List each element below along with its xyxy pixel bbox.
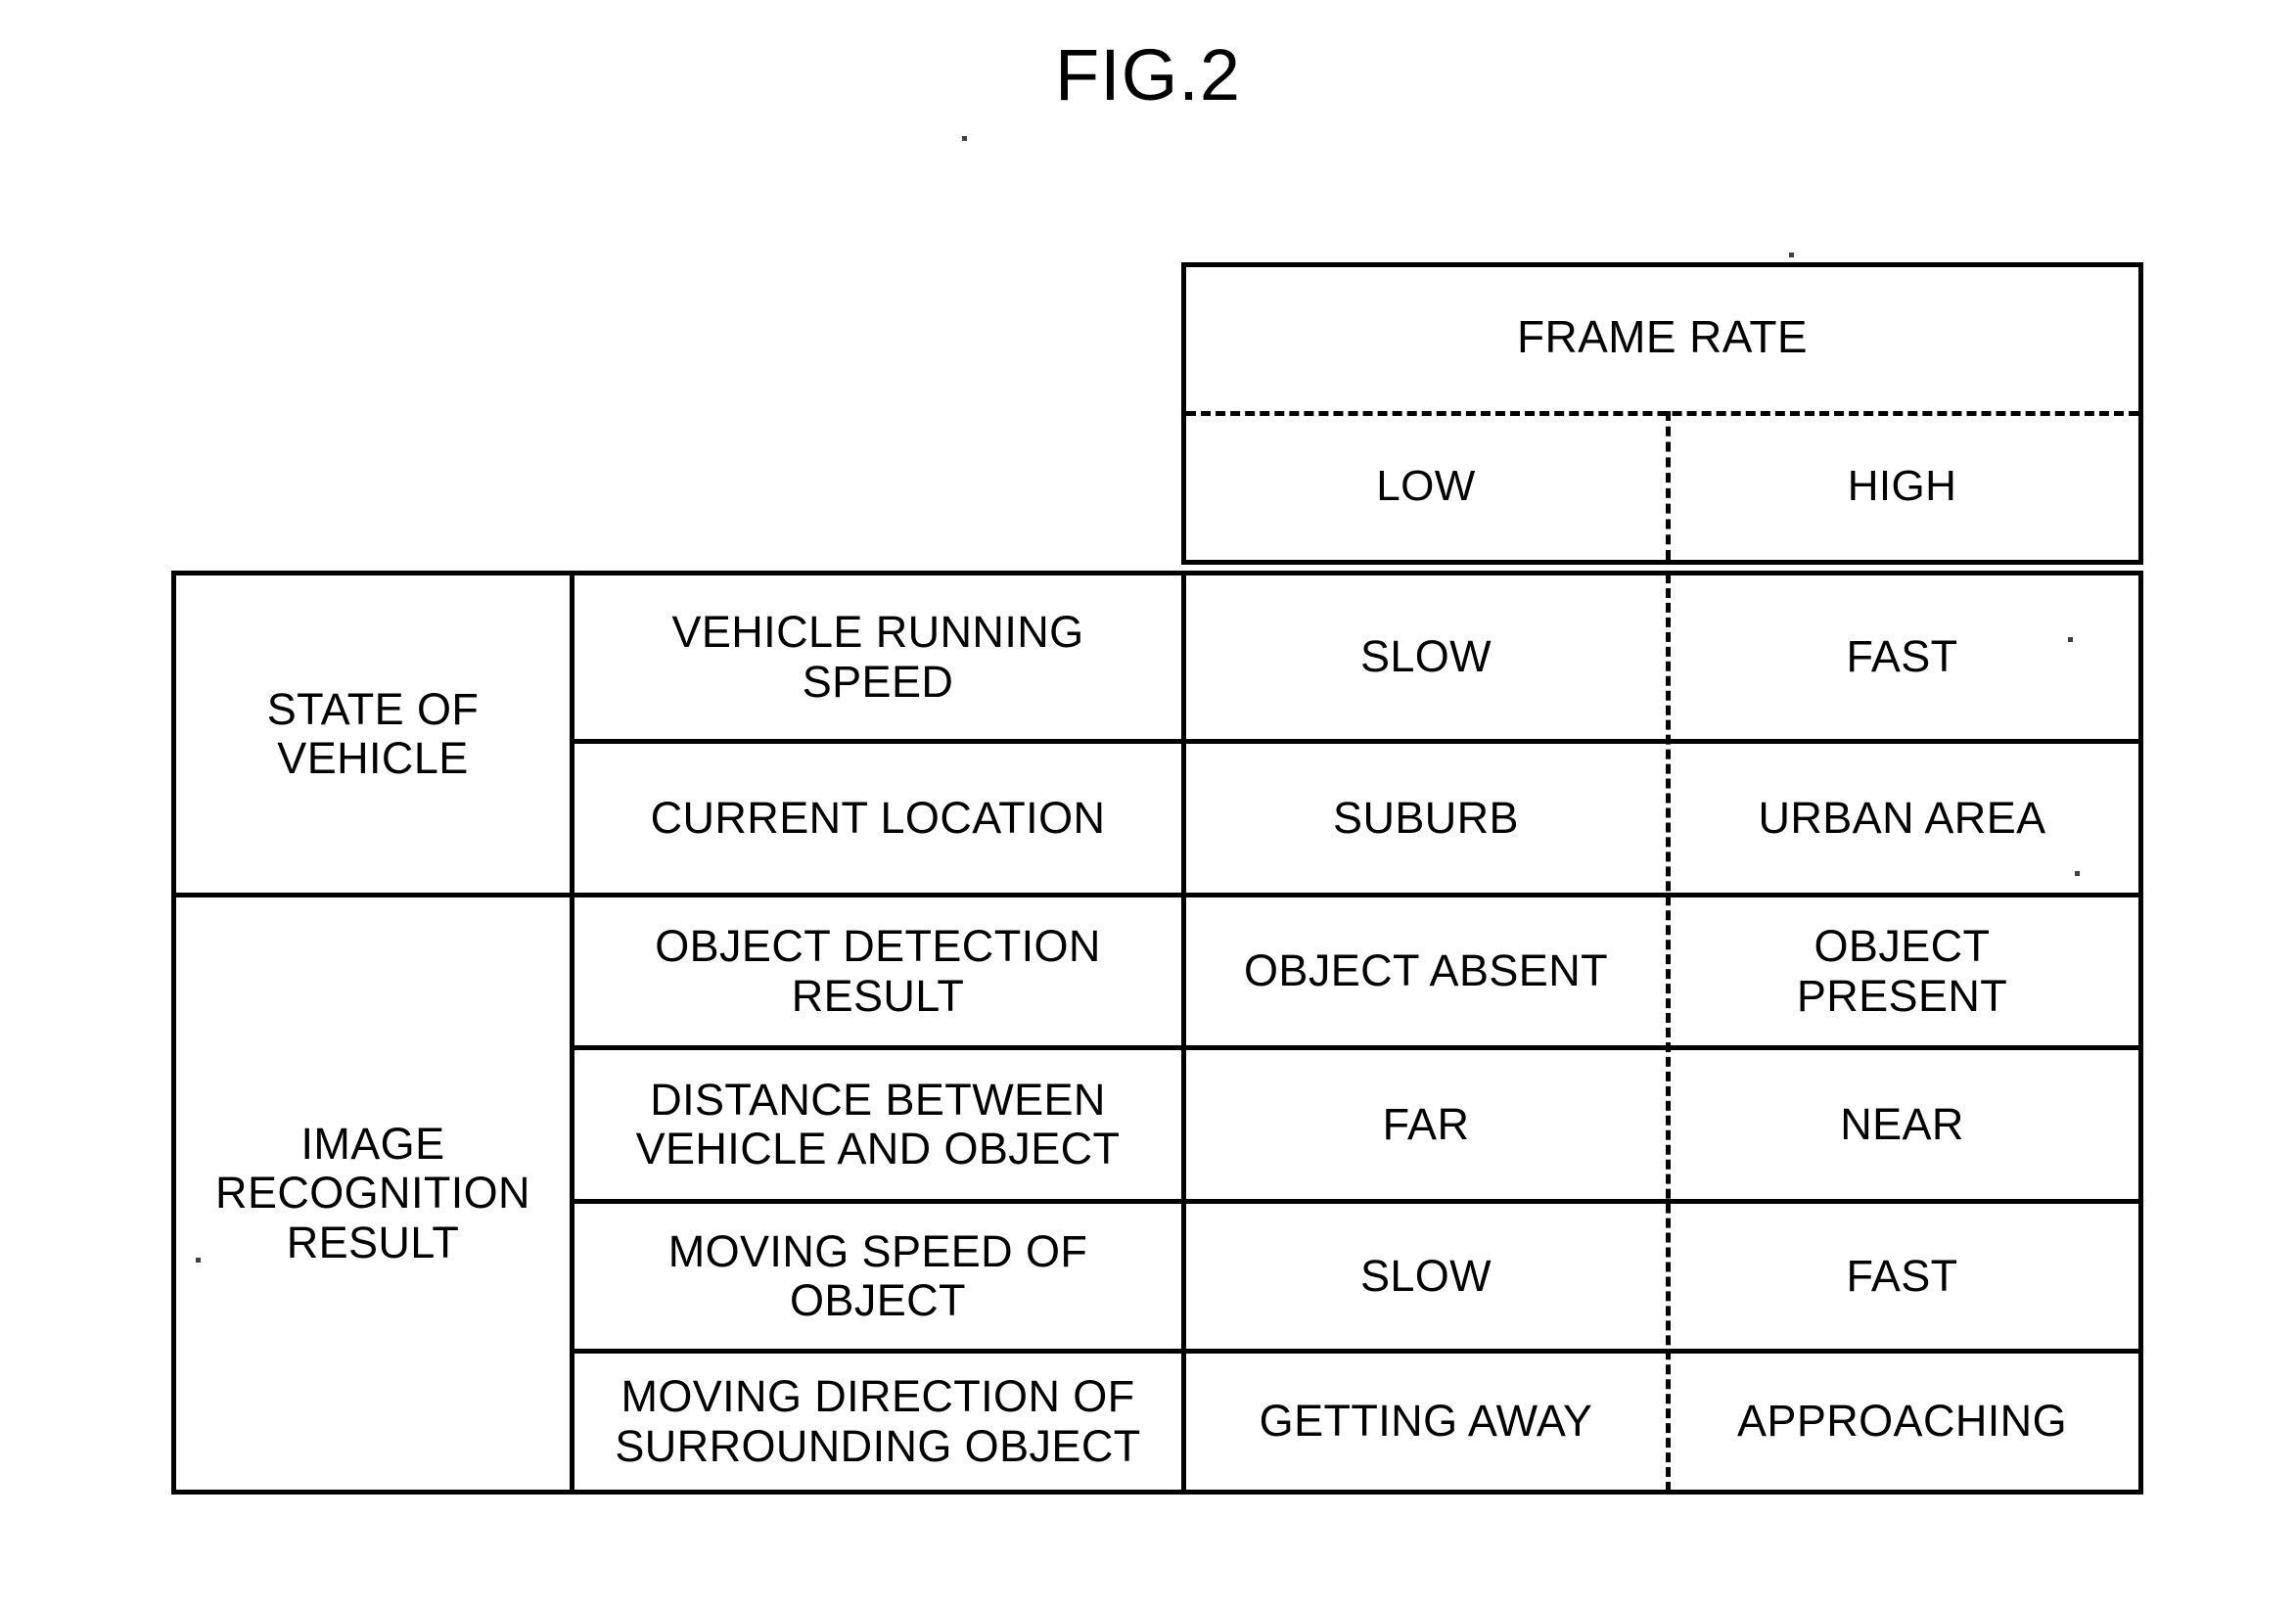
value-high-vehicle-running-speed: FAST xyxy=(1846,631,1958,682)
value-low-vehicle-running-speed: SLOW xyxy=(1359,631,1492,682)
value-high-object-detection-result: OBJECT PRESENT xyxy=(1796,921,2008,1021)
value-high-current-location: URBAN AREA xyxy=(1758,792,2046,843)
value-high-moving-speed-of-object: FAST xyxy=(1846,1250,1958,1301)
value-low-moving-direction-of-surrounding-object: GETTING AWAY xyxy=(1259,1396,1593,1447)
frame-rate-table: FRAME RATE LOW HIGH STATE OF VEHICLE IMA… xyxy=(0,0,2296,1610)
scan-speck xyxy=(1789,253,1794,257)
scan-speck xyxy=(2075,871,2080,876)
parameter-object-detection-result: OBJECT DETECTION RESULT xyxy=(655,921,1101,1021)
row-group-label-state-of-vehicle: STATE OF VEHICLE xyxy=(266,683,480,783)
value-low-current-location: SUBURB xyxy=(1333,792,1519,843)
scan-speck xyxy=(196,1258,201,1263)
value-low-moving-speed-of-object: SLOW xyxy=(1359,1250,1492,1301)
value-high-moving-direction-of-surrounding-object: APPROACHING xyxy=(1737,1396,2067,1447)
parameter-current-location: CURRENT LOCATION xyxy=(650,792,1106,843)
value-low-distance-between-vehicle-and-object: FAR xyxy=(1382,1098,1470,1149)
value-low-object-detection-result: OBJECT ABSENT xyxy=(1244,945,1608,996)
parameter-distance-between-vehicle-and-object: DISTANCE BETWEEN VEHICLE AND OBJECT xyxy=(635,1074,1121,1173)
header-low-label: LOW xyxy=(1376,462,1476,511)
row-group-label-image-recognition-result: IMAGE RECOGNITION RESULT xyxy=(215,1118,530,1267)
header-frame-rate-label: FRAME RATE xyxy=(1516,311,1809,363)
parameter-vehicle-running-speed: VEHICLE RUNNING SPEED xyxy=(671,607,1084,707)
parameter-moving-direction-of-surrounding-object: MOVING DIRECTION OF SURROUNDING OBJECT xyxy=(615,1371,1141,1471)
value-high-distance-between-vehicle-and-object: NEAR xyxy=(1840,1098,1964,1149)
scan-speck xyxy=(2068,637,2073,642)
header-high-label: HIGH xyxy=(1847,462,1957,511)
parameter-moving-speed-of-object: MOVING SPEED OF OBJECT xyxy=(667,1225,1088,1325)
scan-speck xyxy=(962,136,967,141)
